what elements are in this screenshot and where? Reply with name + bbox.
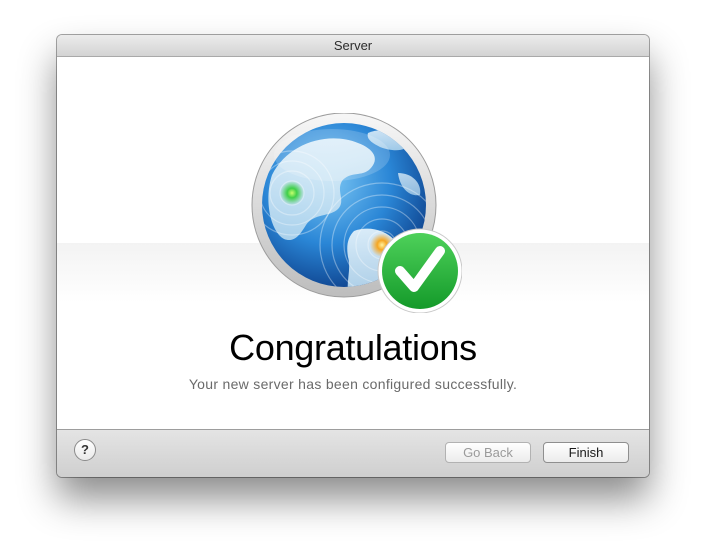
button-bar: ? Go Back Finish (57, 430, 649, 477)
server-app-icon (250, 113, 462, 313)
success-message: Your new server has been configured succ… (188, 376, 518, 392)
go-back-button[interactable]: Go Back (445, 442, 531, 463)
checkmark-badge-icon (377, 228, 462, 313)
help-button[interactable]: ? (74, 439, 96, 461)
setup-complete-pane: Congratulations Your new server has been… (57, 57, 649, 430)
finish-button[interactable]: Finish (543, 442, 629, 463)
server-window: Server Congratulations Your new server h… (57, 35, 649, 477)
window-title: Server (57, 35, 649, 57)
screen: Server Congratulations Your new server h… (0, 0, 706, 558)
congratulations-heading: Congratulations (229, 327, 477, 368)
